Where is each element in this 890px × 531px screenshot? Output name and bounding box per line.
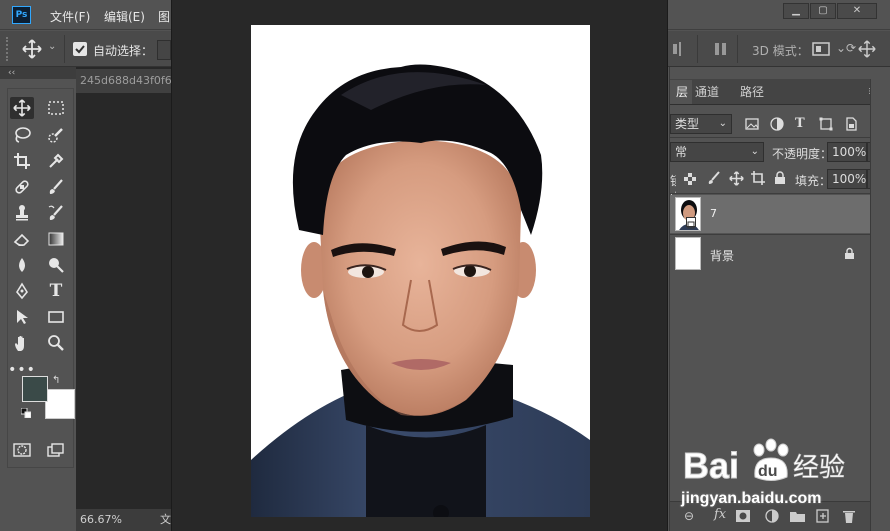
opacity-label: 不透明度： [772, 147, 833, 161]
swap-colors-icon[interactable]: ↰ [52, 375, 60, 386]
chevron-down-icon[interactable]: ⌄ [48, 41, 56, 52]
options-grip [6, 37, 8, 61]
quick-mask-icon[interactable] [10, 439, 34, 461]
layer-thumbnail [675, 237, 701, 270]
default-colors-icon[interactable] [20, 407, 32, 419]
blur-tool-icon[interactable] [10, 254, 34, 276]
gradient-tool-icon[interactable] [44, 228, 68, 250]
auto-select-checkbox[interactable] [73, 42, 87, 56]
close-button[interactable]: ✕ [837, 3, 877, 19]
document-area [76, 67, 171, 531]
watermark-url: jingyan.baidu.com [681, 490, 822, 507]
filter-shape-icon[interactable] [819, 117, 833, 136]
clone-stamp-tool-icon[interactable] [10, 202, 34, 224]
marquee-tool-icon[interactable] [44, 97, 68, 119]
svg-text:du: du [758, 463, 778, 480]
layer-name[interactable]: 背景 [710, 247, 734, 264]
move-tool-preset-icon[interactable] [22, 39, 42, 62]
3d-orbit-icon[interactable] [812, 41, 830, 60]
crop-tool-icon[interactable] [10, 150, 34, 172]
divider [670, 137, 890, 138]
divider [697, 35, 698, 63]
eraser-tool-icon[interactable] [10, 228, 34, 250]
status-bar: 66.67% 文 [76, 509, 171, 531]
tab-channels[interactable]: 通道 [695, 80, 719, 104]
baidu-jingyan-watermark: Bai du 经验 jingyan.baidu.com [681, 432, 881, 522]
brush-tool-icon[interactable] [44, 176, 68, 198]
3d-pan-icon[interactable] [858, 40, 876, 61]
filter-adjustment-icon[interactable] [770, 117, 784, 136]
lasso-tool-icon[interactable] [10, 124, 34, 146]
document-tab[interactable]: 245d688d43f0f6 [76, 69, 171, 93]
path-selection-tool-icon[interactable] [10, 306, 34, 328]
document-canvas-portrait[interactable] [251, 25, 590, 517]
doc-info[interactable]: 文 [160, 509, 171, 531]
smart-object-badge-icon [686, 217, 696, 229]
distribute-icon[interactable] [713, 41, 729, 60]
photoshop-logo: Ps [12, 6, 31, 24]
foreground-color-swatch[interactable] [22, 376, 48, 402]
3d-rotate-icon[interactable]: ⌄⟳ [836, 41, 856, 55]
layer-name[interactable]: 7 [710, 207, 717, 220]
divider [670, 193, 890, 194]
lock-pixels-icon[interactable] [707, 171, 721, 188]
menu-file[interactable]: 文件(F) [50, 8, 90, 25]
filter-type-icon[interactable]: T [795, 116, 805, 132]
rectangle-tool-icon[interactable] [44, 306, 68, 328]
fill-label: 填充： [795, 174, 832, 188]
opacity-input[interactable]: 100% [827, 142, 867, 162]
maximize-button[interactable]: ▢ [810, 3, 836, 19]
lock-icon [844, 247, 855, 263]
menu-image[interactable]: 图 [158, 8, 170, 25]
history-brush-tool-icon[interactable] [44, 202, 68, 224]
baidu-logo: Bai du 经验 [683, 438, 845, 487]
lock-all-icon[interactable] [774, 171, 786, 188]
pen-tool-icon[interactable] [10, 280, 34, 302]
lock-transparent-icon[interactable] [684, 173, 696, 188]
type-tool-icon[interactable]: T [44, 280, 68, 302]
divider [737, 35, 738, 63]
lock-artboard-icon[interactable] [751, 171, 765, 188]
lock-position-icon[interactable] [729, 171, 744, 189]
mode-3d-label: 3D 模式： [752, 44, 809, 58]
dodge-tool-icon[interactable] [44, 254, 68, 276]
blend-mode-value: 常 [675, 145, 688, 159]
portrait-image [251, 25, 590, 517]
svg-text:Bai: Bai [683, 445, 739, 486]
tab-paths[interactable]: 路径 [740, 80, 764, 104]
auto-select-label: 自动选择： [93, 44, 154, 58]
blend-mode-select[interactable]: 常 ⌄ [670, 142, 764, 162]
screen-mode-icon[interactable] [44, 439, 68, 461]
zoom-tool-icon[interactable] [44, 332, 68, 354]
layer-filter-select[interactable]: 类型 ⌄ [670, 114, 732, 134]
menu-edit[interactable]: 编辑(E) [104, 8, 145, 25]
background-color-swatch[interactable] [45, 389, 75, 419]
fill-input[interactable]: 100% [827, 169, 867, 189]
divider [64, 35, 65, 63]
tab-layers[interactable]: 层 [670, 80, 692, 104]
svg-text:经验: 经验 [793, 453, 845, 483]
align-icon[interactable] [672, 41, 686, 60]
layer-row-background[interactable]: 背景 [670, 234, 871, 272]
hand-tool-icon[interactable] [10, 332, 34, 354]
auto-select-dropdown[interactable] [157, 40, 171, 60]
layer-row-7[interactable]: 7 [670, 195, 871, 233]
filter-pixel-icon[interactable] [745, 117, 759, 136]
zoom-level[interactable]: 66.67% [80, 513, 122, 526]
layer-filter-value: 类型 [675, 117, 700, 131]
toolbar-collapse-strip[interactable]: ‹‹ [0, 67, 76, 79]
tools-panel: T ••• ↰ [7, 88, 75, 468]
filter-smart-object-icon[interactable] [844, 117, 858, 136]
minimize-button[interactable]: ▁ [783, 3, 809, 19]
healing-brush-tool-icon[interactable] [10, 176, 34, 198]
move-tool-icon[interactable] [10, 97, 34, 119]
eyedropper-tool-icon[interactable] [44, 150, 68, 172]
quick-selection-tool-icon[interactable] [44, 124, 68, 146]
